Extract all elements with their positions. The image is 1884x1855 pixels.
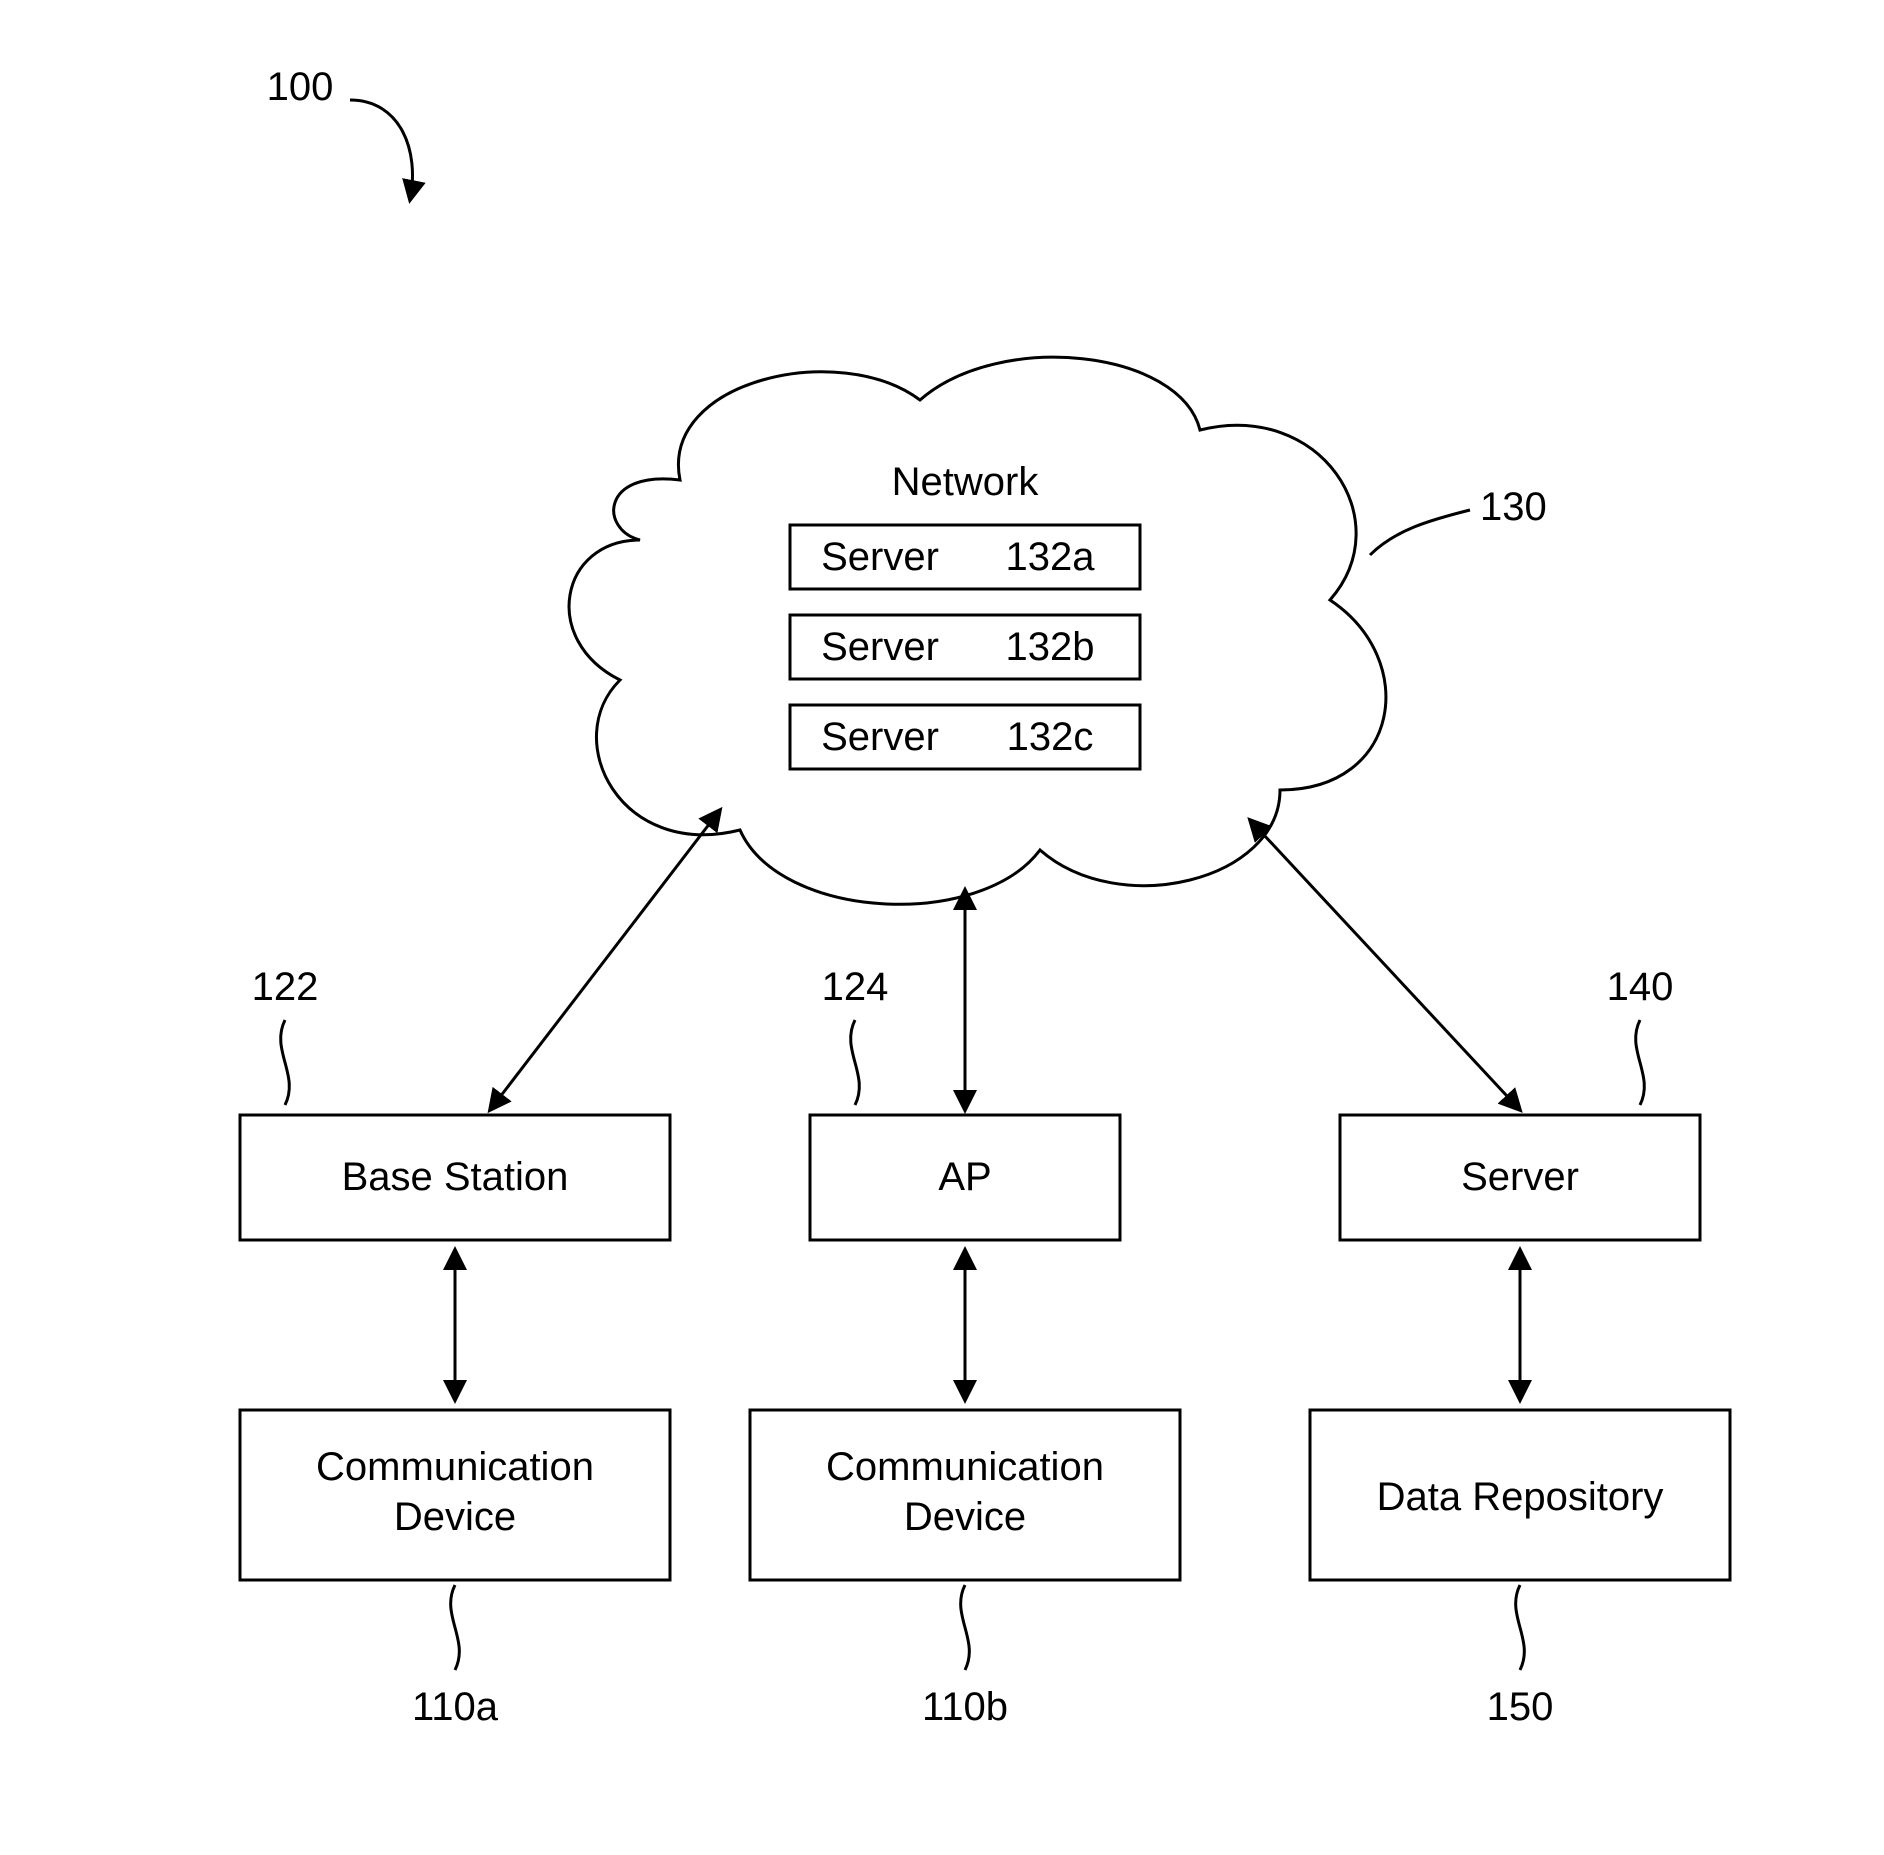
cloud-server-row-0: Server 132a <box>790 525 1140 589</box>
arrow-cloud-to-base-station <box>490 810 720 1110</box>
cloud-server-ref-1: 132b <box>1006 625 1095 669</box>
cloud-server-ref-2: 132c <box>1007 715 1094 759</box>
ref-124-label: 124 <box>822 965 889 1009</box>
cloud-title: Network <box>892 460 1040 504</box>
ap-label: AP <box>938 1155 991 1199</box>
ap-box: AP <box>810 1115 1120 1240</box>
cloud-server-label-2: Server <box>821 715 939 759</box>
comm-b-line1: Communication <box>826 1445 1104 1489</box>
comm-a-line1: Communication <box>316 1445 594 1489</box>
base-station-box: Base Station <box>240 1115 670 1240</box>
ref-110b-label: 110b <box>922 1685 1008 1729</box>
cloud-server-ref-0: 132a <box>1006 535 1096 579</box>
ref-122-leader <box>281 1020 290 1105</box>
ref-124-leader <box>851 1020 860 1105</box>
cloud-server-row-2: Server 132c <box>790 705 1140 769</box>
figure-ref-arrow <box>350 100 413 200</box>
cloud-server-row-1: Server 132b <box>790 615 1140 679</box>
cloud-ref-label: 130 <box>1480 485 1547 529</box>
comm-a-line2: Device <box>394 1495 516 1539</box>
network-cloud: Network Server 132a Server 132b Server 1… <box>569 357 1386 904</box>
cloud-server-label-1: Server <box>821 625 939 669</box>
ref-140-label: 140 <box>1607 965 1674 1009</box>
ref-110b-leader <box>961 1585 970 1670</box>
arrow-cloud-to-server <box>1250 820 1520 1110</box>
cloud-outline-icon <box>569 357 1386 904</box>
base-station-label: Base Station <box>342 1155 569 1199</box>
ref-150-label: 150 <box>1487 1685 1554 1729</box>
ref-110a-leader <box>451 1585 460 1670</box>
comm-device-b-box: Communication Device <box>750 1410 1180 1580</box>
cloud-server-label-0: Server <box>821 535 939 579</box>
ref-150-leader <box>1516 1585 1525 1670</box>
data-repo-box: Data Repository <box>1310 1410 1730 1580</box>
data-repo-label: Data Repository <box>1377 1475 1664 1519</box>
ref-122-label: 122 <box>252 965 319 1009</box>
ref-110a-label: 110a <box>412 1685 499 1729</box>
comm-b-line2: Device <box>904 1495 1026 1539</box>
comm-device-a-box: Communication Device <box>240 1410 670 1580</box>
server-label: Server <box>1461 1155 1579 1199</box>
server-box: Server <box>1340 1115 1700 1240</box>
ref-140-leader <box>1636 1020 1645 1105</box>
cloud-ref-leader <box>1370 510 1470 555</box>
figure-ref-label: 100 <box>267 65 334 109</box>
